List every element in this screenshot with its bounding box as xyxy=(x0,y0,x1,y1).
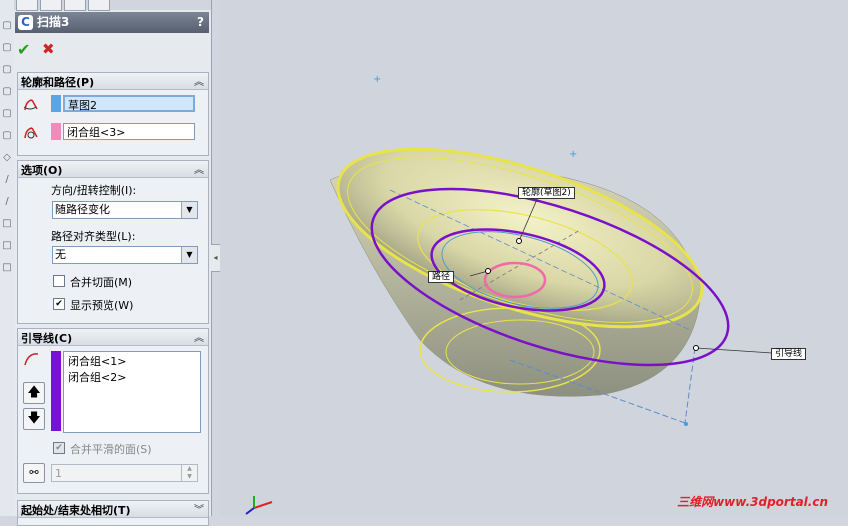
collapse-icon[interactable]: ︽ xyxy=(194,329,204,344)
feature-icon[interactable]: ▢ xyxy=(2,20,12,32)
watermark: 三维网www.3dportal.cn xyxy=(677,495,828,509)
move-up-button[interactable]: 🡅 xyxy=(23,382,45,404)
feature-icon[interactable]: ▢ xyxy=(2,64,12,76)
sweep-icon: C xyxy=(18,15,33,30)
section-number-spinner[interactable]: 1 ▲ ▼ xyxy=(51,464,198,482)
feature-icon[interactable]: / xyxy=(2,174,12,186)
section-header[interactable]: 轮廓和路径(P) ︽ xyxy=(18,73,208,90)
guide-list[interactable]: 闭合组<1> 闭合组<2> xyxy=(63,351,201,433)
spinner-arrows-icon[interactable]: ▲ ▼ xyxy=(181,465,197,481)
feature-icon[interactable]: / xyxy=(2,196,12,208)
chevron-down-icon[interactable]: ▼ xyxy=(181,247,197,263)
panel-title: 扫描3 xyxy=(37,15,70,29)
panel-tabs xyxy=(14,0,211,11)
alignment-label: 路径对齐类型(L): xyxy=(51,230,136,243)
feature-icon[interactable]: ▢ xyxy=(2,108,12,120)
alignment-select[interactable]: 无 ▼ xyxy=(52,246,198,264)
section-title: 引导线(C) xyxy=(21,332,73,345)
guide-curves-section: 引导线(C) ︽ 闭合组<1> 闭合组<2> 🡅 🡇 ✔ 合并平滑的面(S) ⚯… xyxy=(17,328,209,494)
path-icon xyxy=(24,127,38,139)
left-toolbar: ▢ ▢ ▢ ▢ ▢ ▢ ◇ / / □ □ □ xyxy=(0,0,15,516)
feature-icon[interactable]: □ xyxy=(2,262,12,274)
ok-button[interactable]: ✔ xyxy=(17,40,30,59)
merge-smooth-checkbox[interactable]: ✔ xyxy=(53,442,65,454)
show-preview-checkbox[interactable]: ✔ xyxy=(53,298,65,310)
profile-callout[interactable]: 轮廓(草图2) xyxy=(518,187,575,199)
profile-path-section: 轮廓和路径(P) ︽ 草图2 闭合组<3> xyxy=(17,72,209,156)
path-selection-box[interactable]: 闭合组<3> xyxy=(63,123,195,140)
guide-curve-icon xyxy=(24,353,39,366)
cancel-button[interactable]: ✖ xyxy=(42,40,55,58)
move-down-button[interactable]: 🡇 xyxy=(23,408,45,430)
property-manager: C 扫描3 ? ✔ ✖ 轮廓和路径(P) ︽ 草图2 闭合组<3> 选项(O) … xyxy=(14,0,212,526)
svg-text:+: + xyxy=(373,74,381,85)
profile-icon xyxy=(23,99,38,111)
orientation-label: 方向/扭转控制(I): xyxy=(51,184,137,197)
graphics-viewport[interactable]: + + 轮廓(草图2) 路径 引导线 三维网www.3dportal.cn xyxy=(220,0,848,516)
tangency-section: 起始处/结束处相切(T) ︾ xyxy=(17,500,209,526)
guide-color-bar xyxy=(51,351,61,431)
orientation-value: 随路径变化 xyxy=(55,203,110,216)
tab-config-manager[interactable] xyxy=(64,0,86,11)
tab-display-manager[interactable] xyxy=(88,0,110,11)
tab-feature-manager[interactable] xyxy=(16,0,38,11)
section-header[interactable]: 起始处/结束处相切(T) ︾ xyxy=(18,501,208,518)
profile-selection-box[interactable]: 草图2 xyxy=(63,95,195,112)
coordinate-triad-icon xyxy=(245,496,273,515)
expand-icon[interactable]: ︾ xyxy=(194,501,204,516)
collapse-icon[interactable]: ︽ xyxy=(194,73,204,88)
section-header[interactable]: 引导线(C) ︽ xyxy=(18,329,208,346)
merge-smooth-label: 合并平滑的面(S) xyxy=(70,443,152,456)
collapse-icon[interactable]: ︽ xyxy=(194,161,204,176)
profile-color-swatch xyxy=(51,95,61,112)
list-item[interactable]: 闭合组<1> xyxy=(64,352,200,370)
alignment-value: 无 xyxy=(55,248,66,261)
section-title: 选项(O) xyxy=(21,164,63,177)
feature-icon[interactable]: ▢ xyxy=(2,42,12,54)
feature-icon[interactable]: □ xyxy=(2,218,12,230)
guide-callout[interactable]: 引导线 xyxy=(771,348,807,360)
show-preview-label: 显示预览(W) xyxy=(70,299,134,312)
merge-tangent-checkbox[interactable] xyxy=(53,275,65,287)
feature-icon[interactable]: ▢ xyxy=(2,130,12,142)
orientation-select[interactable]: 随路径变化 ▼ xyxy=(52,201,198,219)
section-header[interactable]: 选项(O) ︽ xyxy=(18,161,208,178)
help-button[interactable]: ? xyxy=(197,12,204,33)
sweep-preview-model[interactable]: + + xyxy=(220,0,848,516)
show-sections-button[interactable]: ⚯ xyxy=(23,463,45,483)
chevron-down-icon[interactable]: ▼ xyxy=(181,202,197,218)
list-item[interactable]: 闭合组<2> xyxy=(64,370,200,386)
options-section: 选项(O) ︽ 方向/扭转控制(I): 随路径变化 ▼ 路径对齐类型(L): 无… xyxy=(17,160,209,324)
feature-icon[interactable]: ◇ xyxy=(2,152,12,164)
panel-title-bar: C 扫描3 ? xyxy=(15,12,209,33)
merge-tangent-label: 合并切面(M) xyxy=(70,276,133,289)
spinner-value: 1 xyxy=(55,467,62,480)
section-title: 轮廓和路径(P) xyxy=(21,76,95,89)
feature-icon[interactable]: □ xyxy=(2,240,12,252)
feature-icon[interactable]: ▢ xyxy=(2,86,12,98)
path-color-swatch xyxy=(51,123,61,140)
tab-property-manager[interactable] xyxy=(40,0,62,11)
path-callout[interactable]: 路径 xyxy=(428,271,455,283)
svg-text:+: + xyxy=(569,149,577,160)
